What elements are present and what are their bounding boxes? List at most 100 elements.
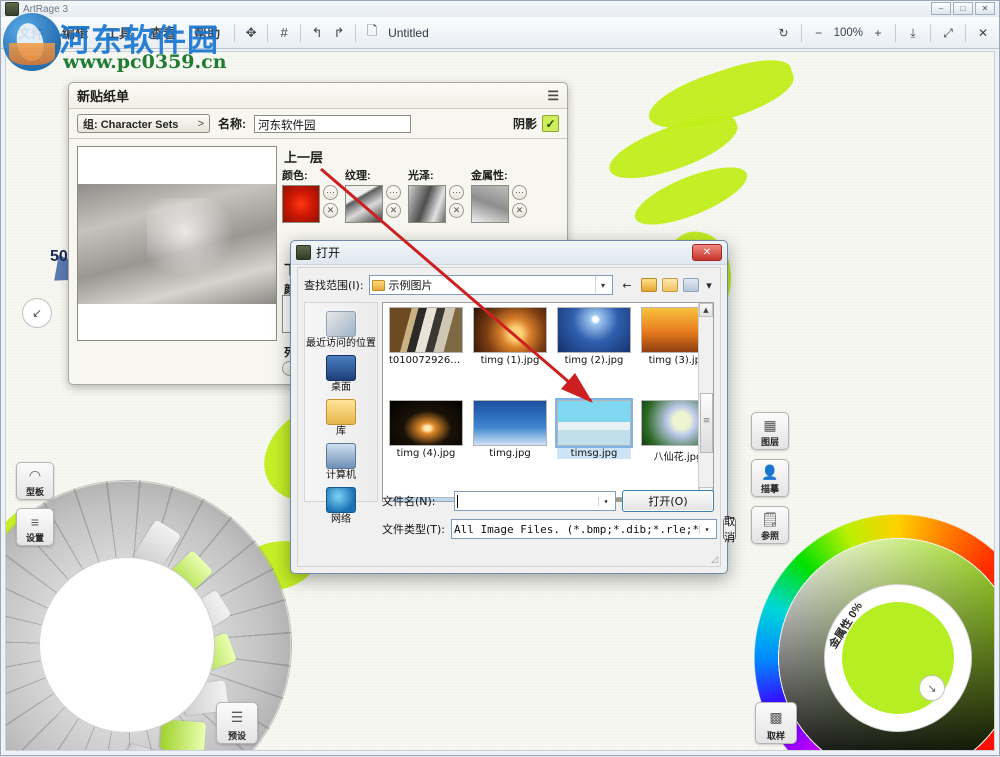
undo-icon[interactable]: ↰: [306, 22, 328, 44]
scrollbar-thumb[interactable]: [700, 393, 713, 453]
file-item[interactable]: timg.jpg: [473, 400, 547, 463]
reference-button[interactable]: 🗒 参照: [751, 506, 789, 544]
up-folder-icon[interactable]: [641, 278, 657, 292]
clear-icon[interactable]: ✕: [323, 203, 338, 218]
sticker-preview-image: [78, 184, 276, 304]
texture-swatch[interactable]: [345, 185, 383, 223]
open-file-dialog[interactable]: 打开 ✕ 查找范围(I): 示例图片 ▾ ← ▾ 最近访问的: [290, 240, 728, 574]
place-recent[interactable]: 最近访问的位置: [305, 307, 377, 351]
file-item[interactable]: t01007292602f...: [389, 307, 463, 366]
tracing-button[interactable]: 👤 描摹: [751, 459, 789, 497]
cancel-button[interactable]: 取消: [723, 518, 736, 540]
document-name: Untitled: [388, 26, 429, 40]
folder-path-combo[interactable]: 示例图片 ▾: [369, 275, 613, 295]
color-field[interactable]: 颜色: ··· ✕: [282, 167, 338, 223]
place-desktop[interactable]: 桌面: [305, 351, 377, 395]
new-folder-icon[interactable]: [662, 278, 678, 292]
file-item[interactable]: timg (4).jpg: [389, 400, 463, 463]
clear-icon[interactable]: ✕: [512, 203, 527, 218]
window-minimize-button[interactable]: –: [931, 2, 951, 15]
resize-grip[interactable]: ◿: [711, 555, 718, 565]
tracing-icon: 👤: [761, 460, 778, 485]
place-computer[interactable]: 计算机: [305, 439, 377, 483]
shadow-checkbox[interactable]: ✓: [542, 115, 559, 132]
metallic-dial[interactable]: [824, 584, 972, 732]
tool-slot[interactable]: [160, 720, 206, 751]
back-button[interactable]: ←: [618, 276, 636, 294]
more-options-icon[interactable]: ···: [512, 185, 527, 200]
chevron-down-icon[interactable]: ▾: [699, 525, 714, 534]
window-maximize-button[interactable]: □: [953, 2, 973, 15]
gloss-field[interactable]: 光泽: ··· ✕: [408, 167, 464, 223]
text-caret: [457, 495, 458, 508]
maximize-button[interactable]: ⤢: [938, 22, 958, 44]
file-list-scrollbar[interactable]: ▲ ▼: [698, 303, 713, 501]
tool-slot[interactable]: [185, 632, 237, 675]
grid-icon[interactable]: #: [273, 22, 295, 44]
shadow-label: 阴影: [513, 115, 537, 132]
tool-slot[interactable]: [133, 519, 182, 572]
sample-button-label: 取样: [767, 732, 785, 741]
layers-button[interactable]: ▦ 图层: [751, 412, 789, 450]
thumb-sunset-forest: [473, 307, 547, 353]
name-input[interactable]: 河东软件园: [254, 115, 411, 133]
clear-icon[interactable]: ✕: [449, 203, 464, 218]
file-list[interactable]: t01007292602f... timg (1).jpg timg (2).j…: [382, 302, 714, 502]
more-options-icon[interactable]: ···: [386, 185, 401, 200]
place-library[interactable]: 库: [305, 395, 377, 439]
metallic-field[interactable]: 金属性: ··· ✕: [471, 167, 527, 223]
scroll-up-arrow[interactable]: ▲: [699, 303, 713, 317]
thumb-city-blue: [473, 400, 547, 446]
redo-icon[interactable]: ↱: [328, 22, 350, 44]
settings-button[interactable]: ≡ 设置: [16, 508, 54, 546]
file-name-label: timg (2).jpg: [557, 355, 631, 366]
gloss-swatch[interactable]: [408, 185, 446, 223]
file-name-row: 文件名(N): ▾ 打开(O): [382, 490, 714, 512]
preset-button[interactable]: ☰ 预设: [216, 702, 258, 744]
sticker-preview[interactable]: [77, 146, 277, 341]
chevron-down-icon[interactable]: ▾: [598, 497, 613, 506]
dialog-title: 打开: [316, 244, 340, 261]
views-dropdown-icon[interactable]: ▾: [704, 276, 714, 294]
minimize-button[interactable]: ⤓: [903, 22, 923, 44]
metallic-swatch[interactable]: [471, 185, 509, 223]
window-controls[interactable]: – □ ✕: [931, 2, 995, 15]
file-name-label: timsg.jpg: [557, 448, 631, 459]
group-selector[interactable]: 组: Character Sets >: [77, 114, 210, 133]
zoom-out-button[interactable]: −: [809, 22, 829, 44]
place-network[interactable]: 网络: [305, 483, 377, 527]
texture-field[interactable]: 纹理: ··· ✕: [345, 167, 401, 223]
menu-file[interactable]: 文件: [9, 20, 53, 45]
file-item[interactable]: timg (1).jpg: [473, 307, 547, 366]
dialog-close-button[interactable]: ✕: [692, 244, 722, 261]
sample-button[interactable]: ▩ 取样: [755, 702, 797, 744]
zoom-in-button[interactable]: +: [868, 22, 888, 44]
places-sidebar[interactable]: 最近访问的位置 桌面 库 计算机 网络: [304, 302, 378, 502]
color-wheel-knob[interactable]: ↘: [919, 675, 945, 701]
file-type-select[interactable]: All Image Files. (*.bmp;*.dib;*.rle;* ▾: [451, 519, 717, 539]
menu-edit[interactable]: 编辑: [53, 20, 97, 45]
file-name-input[interactable]: ▾: [454, 491, 616, 511]
window-close-button[interactable]: ✕: [975, 2, 995, 15]
menu-view[interactable]: 查看: [141, 20, 185, 45]
menu-help[interactable]: 帮助: [185, 20, 229, 45]
file-row: t01007292602f... timg (1).jpg timg (2).j…: [389, 307, 698, 366]
stencil-button[interactable]: ◠ 型板: [16, 462, 54, 500]
more-options-icon[interactable]: ···: [323, 185, 338, 200]
tool-slot[interactable]: [161, 550, 213, 602]
rotate-canvas-icon[interactable]: ↻: [774, 22, 794, 44]
layers-button-label: 图层: [761, 438, 779, 447]
views-icon[interactable]: [683, 278, 699, 292]
panel-menu-icon[interactable]: ☰: [547, 88, 559, 104]
clear-icon[interactable]: ✕: [386, 203, 401, 218]
color-swatch[interactable]: [282, 185, 320, 223]
chevron-down-icon[interactable]: ▾: [595, 276, 610, 294]
file-item[interactable]: timg (2).jpg: [557, 307, 631, 366]
menu-tools[interactable]: 工具: [97, 20, 141, 45]
tool-wheel-knob[interactable]: ↙: [22, 298, 52, 328]
file-item[interactable]: timsg.jpg: [557, 400, 631, 463]
close-button[interactable]: ✕: [973, 22, 993, 44]
more-options-icon[interactable]: ···: [449, 185, 464, 200]
open-button[interactable]: 打开(O): [622, 490, 714, 512]
move-icon[interactable]: ✥: [240, 22, 262, 44]
